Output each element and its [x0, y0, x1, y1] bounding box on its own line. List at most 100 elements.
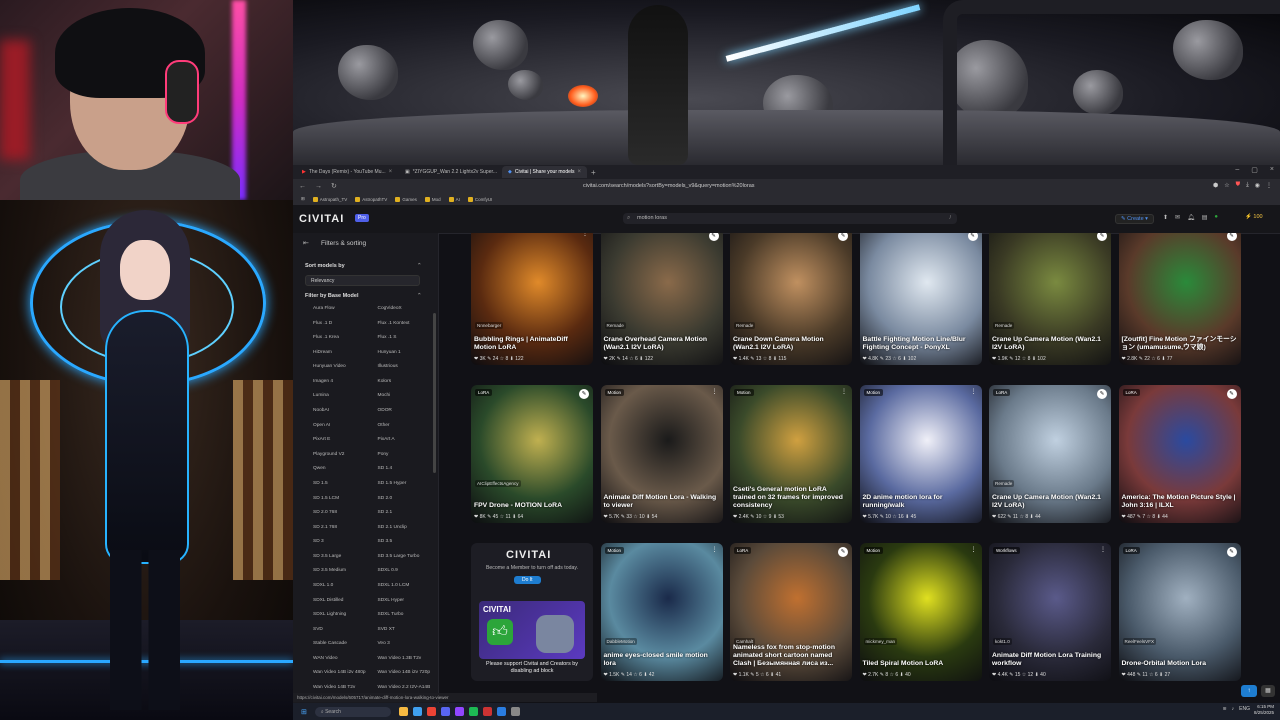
base-model-chip[interactable]: Open AI: [305, 420, 366, 431]
bookmark-3[interactable]: Mod: [424, 196, 441, 202]
base-model-chip[interactable]: Lumina: [305, 390, 366, 401]
card-title[interactable]: Crane Down Camera Motion (Wan2.1 I2V LoR…: [733, 336, 849, 352]
base-model-chip[interactable]: SD 1.4: [370, 463, 431, 474]
tab-workflow[interactable]: ▣*ZIYGGUP_Wan 2.2 Lightx2v Super...×: [399, 166, 499, 178]
base-model-chip[interactable]: Flux .1 Krea: [305, 332, 366, 343]
maximize-icon[interactable]: ▢: [1251, 166, 1258, 174]
base-model-chip[interactable]: Aura Flow: [305, 303, 366, 314]
creator-name[interactable]: Remade: [734, 322, 756, 329]
close-window-icon[interactable]: ×: [1270, 166, 1274, 174]
card-title[interactable]: 2D anime motion lora for running/walk: [863, 494, 979, 510]
base-model-chip[interactable]: Flux .1 S: [370, 332, 431, 343]
edit-icon[interactable]: ✎: [1226, 547, 1237, 557]
do-it-button[interactable]: Do It: [514, 576, 541, 584]
base-model-chip[interactable]: ODOR: [370, 405, 431, 416]
base-model-chip[interactable]: Wan Video 14B T2v: [305, 682, 366, 693]
creator-name[interactable]: Nnnebarger: [475, 322, 504, 329]
base-model-chip[interactable]: Stable Cascade: [305, 638, 366, 649]
base-model-chip[interactable]: SDXL 1.0: [305, 580, 366, 591]
more-options-icon[interactable]: ⋮: [971, 546, 977, 553]
pro-badge[interactable]: Pro: [355, 214, 369, 222]
model-card[interactable]: Motion ⋮ mickmey_man Tiled Spiral Motion Lo…: [859, 543, 982, 681]
card-title[interactable]: Animate Diff Motion Lora - Walking to vi…: [604, 494, 720, 510]
base-model-chip[interactable]: Flux .1 Kontext: [370, 318, 431, 329]
buzz-count[interactable]: ⚡ 100: [1245, 214, 1263, 220]
clock[interactable]: 6:15 PM 8/25/2025: [1254, 704, 1274, 716]
more-options-icon[interactable]: ⋮: [971, 388, 977, 395]
windows-start-icon[interactable]: ⊞: [301, 708, 307, 716]
model-card[interactable]: ✎ [Zoutfit] Fine Motion ファインモーション (umamus…: [1118, 233, 1241, 365]
base-model-chip[interactable]: Wan Video 14B i2v 720p: [370, 667, 431, 678]
close-icon[interactable]: ×: [578, 169, 582, 175]
terminal-app-icon[interactable]: [510, 707, 520, 716]
base-model-chip[interactable]: Hunyuan 1: [370, 347, 431, 358]
shield-icon[interactable]: ⛊: [1236, 182, 1241, 189]
base-model-chip[interactable]: SVD: [305, 624, 366, 635]
card-title[interactable]: Nameless fox from stop-motion animated s…: [733, 644, 849, 668]
minimize-icon[interactable]: –: [1235, 166, 1239, 174]
base-model-chip[interactable]: SD 3.5 Medium: [305, 565, 366, 576]
model-card[interactable]: ✎ Remade Crane Up Camera Motion (Wan2.1 I2…: [989, 233, 1111, 365]
card-title[interactable]: [Zoutfit] Fine Motion ファインモーション (umamusu…: [1122, 336, 1238, 352]
base-model-chip[interactable]: SD 2.1 Unclip: [370, 522, 431, 533]
tab-civitai[interactable]: ◆ Civitai | Share your models ×: [502, 166, 588, 178]
more-options-icon[interactable]: ⋮: [1100, 546, 1106, 553]
new-tab-button[interactable]: +: [591, 168, 596, 177]
card-title[interactable]: Battle Fighting Motion Line/Blur Fightin…: [863, 336, 979, 352]
base-model-chip[interactable]: PixArt E: [305, 434, 366, 445]
card-title[interactable]: Bubbling Rings | AnimateDiff Motion LoRA: [474, 336, 590, 352]
creator-name[interactable]: AIClipEffectsAgency: [475, 480, 521, 487]
creator-name[interactable]: ReelFeelsVFX: [1122, 638, 1157, 645]
card-title[interactable]: Crane Overhead Camera Motion (Wan2.1 I2V…: [604, 336, 720, 352]
base-model-chip[interactable]: SVD XT: [370, 624, 431, 635]
wifi-icon[interactable]: ≋: [1222, 706, 1226, 712]
more-options-icon[interactable]: ⋮: [712, 546, 718, 553]
base-model-chip[interactable]: CogVideoX: [370, 303, 431, 314]
site-logo[interactable]: CIVITAI: [299, 213, 344, 225]
menu-icon[interactable]: ⋮: [1266, 182, 1272, 189]
volume-icon[interactable]: ♪: [1232, 706, 1235, 712]
card-title[interactable]: Crane Up Camera Motion (Wan2.1 I2V LoRA): [992, 336, 1108, 352]
upload-icon[interactable]: ⬆: [1163, 214, 1168, 221]
obs-app-icon[interactable]: [482, 707, 492, 716]
card-title[interactable]: FPV Drone - MOTION LoRA: [474, 502, 590, 510]
spotify-app-icon[interactable]: [468, 707, 478, 716]
base-model-heading[interactable]: Filter by Base Model ⌃: [305, 293, 422, 299]
edit-icon[interactable]: ✎: [838, 233, 848, 241]
model-card[interactable]: Workflows ⋮ kokt1.0 Animate Diff Motion Lor…: [989, 543, 1111, 681]
base-model-chip[interactable]: SDXL Lightning: [305, 609, 366, 620]
base-model-chip[interactable]: NoobAI: [305, 405, 366, 416]
base-model-chip[interactable]: Qwen: [305, 463, 366, 474]
url-field[interactable]: civitai.com/search/models?sortBy=models_…: [583, 182, 943, 190]
base-model-chip[interactable]: WAN Video: [305, 653, 366, 664]
model-card[interactable]: LoRA ✎ AIClipEffectsAgency FPV Drone - MOTI…: [471, 385, 593, 523]
base-model-chip[interactable]: Hunyuan Video: [305, 361, 366, 372]
model-card[interactable]: ✎ Remade Crane Down Camera Motion (Wan2.1 …: [730, 233, 852, 365]
base-model-chip[interactable]: Pony: [370, 449, 431, 460]
collapse-icon[interactable]: ⇤: [303, 239, 309, 247]
base-model-chip[interactable]: SD 3.5 Large: [305, 551, 366, 562]
base-model-chip[interactable]: SD 1.5 LCM: [305, 493, 366, 504]
extension-icon[interactable]: ⬢: [1213, 182, 1218, 189]
base-model-chip[interactable]: SD 1.5 Hyper: [370, 478, 431, 489]
base-model-chip[interactable]: Wan Video 14B i2v 480p: [305, 667, 366, 678]
base-model-chip[interactable]: Flux .1 D: [305, 318, 366, 329]
language-indicator[interactable]: ENG: [1239, 706, 1250, 712]
sidebar-scrollbar[interactable]: [433, 313, 436, 473]
chat-icon[interactable]: ✉: [1175, 214, 1180, 221]
base-model-chip[interactable]: Veo 3: [370, 638, 431, 649]
model-card[interactable]: LoRA ✎ Remade Crane Up Camera Motion (Wan2.…: [989, 385, 1111, 523]
bookmark-5[interactable]: ComfyUI: [467, 196, 492, 202]
card-title[interactable]: Drone-Orbital Motion Lora: [1122, 660, 1238, 668]
base-model-chip[interactable]: Illustrious: [370, 361, 431, 372]
more-options-icon[interactable]: ⋮: [582, 233, 588, 237]
base-model-chip[interactable]: SD 3.5: [370, 536, 431, 547]
base-model-chip[interactable]: SD 1.5: [305, 478, 366, 489]
twitch-app-icon[interactable]: [454, 707, 464, 716]
tab-youtube[interactable]: ▶ The Days (Remix) - YouTube Mu... ×: [296, 166, 396, 178]
creator-name[interactable]: DabbleMotion: [604, 638, 637, 645]
chrome-app-icon[interactable]: [426, 707, 436, 716]
base-model-chip[interactable]: SDXL Hyper: [370, 595, 431, 606]
scroll-top-button[interactable]: ↑: [1241, 685, 1257, 697]
model-card[interactable]: ✎ Remade Crane Overhead Camera Motion (Wan…: [600, 233, 723, 365]
